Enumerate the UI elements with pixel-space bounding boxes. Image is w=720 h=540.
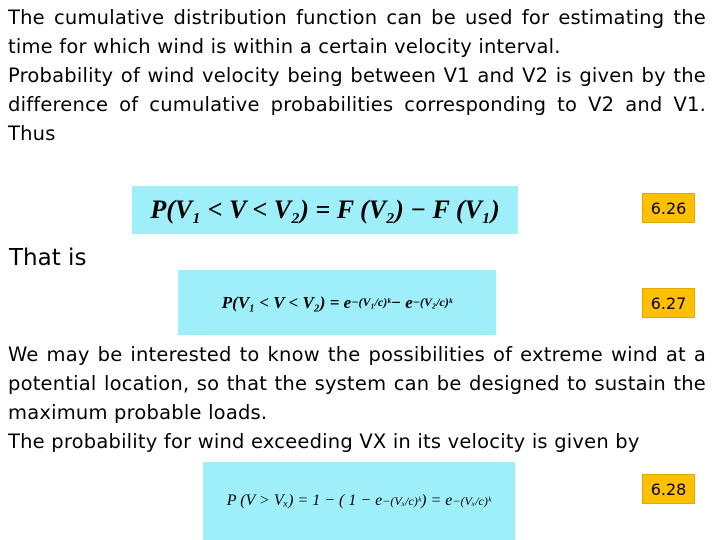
intro-paragraph: The cumulative distribution function can…: [8, 3, 706, 148]
equation-text: P(V₁ < V < V₂) = e: [221, 292, 352, 312]
exponent: −(V₂/c)ᵏ: [412, 295, 453, 309]
equation-label: 6.28: [642, 474, 695, 504]
text-line: We may be interested to know the possibi…: [8, 343, 706, 424]
text-line: The cumulative distribution function can…: [8, 6, 706, 58]
equation-text: ) = e: [421, 492, 453, 509]
exponent: −(Vₓ/c)ᵏ: [452, 493, 492, 508]
that-is-text: That is: [9, 245, 87, 271]
equation-6-26: P(V₁ < V < V₂) = F (V₂) − F (V₁): [132, 186, 518, 234]
text-line: Probability of wind velocity being betwe…: [8, 64, 706, 145]
equation-text: − e: [390, 292, 413, 312]
equation-label: 6.27: [642, 288, 695, 318]
extreme-wind-paragraph: We may be interested to know the possibi…: [8, 340, 706, 456]
equation-text: P (V > Vₓ) = 1 − ( 1 − e: [226, 492, 383, 509]
equation-text: P(V₁ < V < V₂) = F (V₂) − F (V₁): [150, 195, 500, 224]
text-line: The probability for wind exceeding VX in…: [8, 430, 640, 453]
equation-6-28: P (V > Vₓ) = 1 − ( 1 − e −(Vₓ/c)ᵏ ) = e …: [203, 462, 515, 540]
exponent: −(V₁/c)ᵏ: [351, 295, 391, 309]
equation-6-27: P(V₁ < V < V₂) = e −(V₁/c)ᵏ − e −(V₂/c)ᵏ: [178, 270, 496, 335]
equation-label: 6.26: [642, 193, 695, 223]
exponent: −(Vₓ/c)ᵏ: [382, 493, 422, 508]
